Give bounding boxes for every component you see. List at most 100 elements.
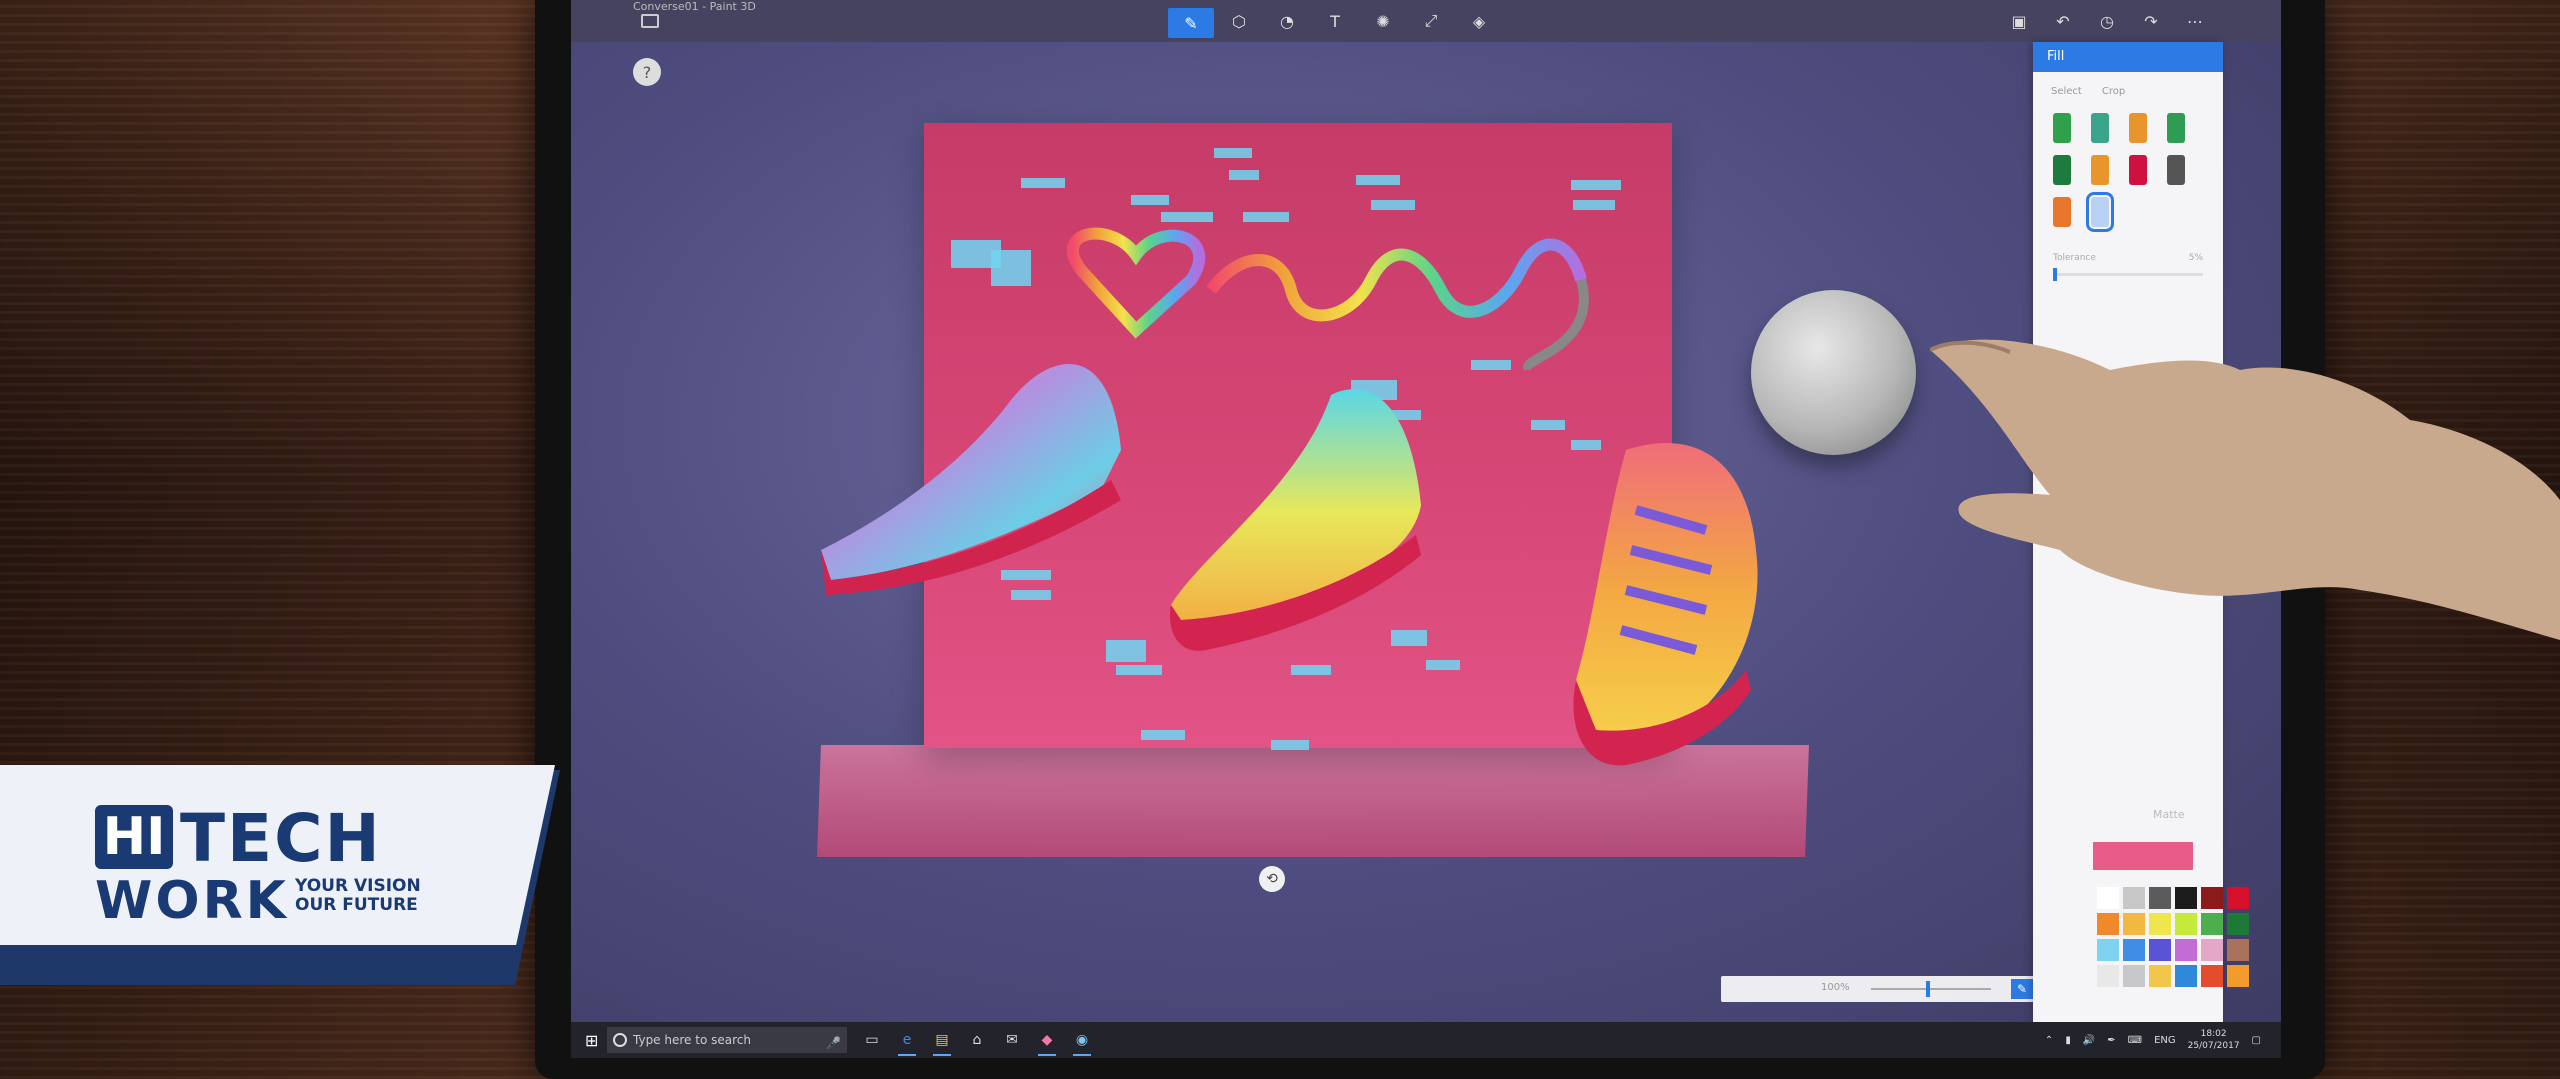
redo-icon[interactable]: ↷ [2137, 10, 2165, 32]
help-button[interactable]: ? [633, 58, 661, 86]
tolerance-label: Tolerance 5% [2033, 227, 2223, 263]
pen-mode-button[interactable]: ✎ [2011, 979, 2033, 999]
color-swatch[interactable] [2175, 913, 2197, 935]
rotate-icon[interactable]: ⟲ [1259, 866, 1285, 892]
logo-hi: HI [95, 805, 173, 869]
language-indicator[interactable]: ENG [2154, 1035, 2176, 1046]
clock-time: 18:02 [2200, 1029, 2227, 1039]
logo-tagline: YOUR VISION OUR FUTURE [295, 877, 421, 915]
logo-tech: TECH [180, 800, 382, 877]
color-swatch[interactable] [2201, 939, 2223, 961]
app-icon[interactable]: ◉ [1071, 1029, 1093, 1056]
pixel-tile [1229, 170, 1259, 180]
search-input[interactable]: Type here to search 🎤 [607, 1027, 847, 1053]
color-swatch[interactable] [2149, 913, 2171, 935]
task-view-icon[interactable]: ▭ [861, 1029, 883, 1051]
brush-option[interactable] [2091, 155, 2109, 185]
store-icon[interactable]: ⌂ [966, 1029, 988, 1051]
logo-tagline-line2: OUR FUTURE [295, 895, 418, 915]
brush-option[interactable] [2053, 155, 2071, 185]
color-swatch[interactable] [2201, 913, 2223, 935]
color-swatch[interactable] [2097, 939, 2119, 961]
color-swatch[interactable] [2175, 965, 2197, 987]
color-swatch[interactable] [2097, 887, 2119, 909]
tolerance-slider-knob[interactable] [2053, 268, 2057, 281]
microphone-icon[interactable]: 🎤 [826, 1030, 841, 1056]
color-swatch[interactable] [2227, 939, 2249, 961]
brush-option[interactable] [2167, 113, 2185, 143]
tolerance-slider[interactable] [2053, 268, 2203, 281]
brush-option[interactable] [2167, 155, 2185, 185]
crop-button[interactable]: Crop [2102, 86, 2125, 97]
file-explorer-icon[interactable]: ▤ [931, 1029, 953, 1056]
windows-start-icon[interactable]: ⊞ [585, 1031, 598, 1050]
color-swatch[interactable] [2149, 939, 2171, 961]
paint3d-icon[interactable]: ◆ [1036, 1029, 1058, 1056]
sneaker-left [821, 364, 1121, 595]
search-placeholder: Type here to search [633, 1033, 751, 1047]
menu-icon[interactable] [641, 14, 659, 28]
clock[interactable]: 18:02 25/07/2017 [2188, 1028, 2240, 1052]
pixel-tile [1116, 665, 1162, 675]
notifications-icon[interactable]: ▢ [2252, 1035, 2261, 1046]
canvas-icon[interactable]: ⤢ [1417, 10, 1445, 32]
material-select[interactable]: Matte [2153, 808, 2185, 821]
color-swatch[interactable] [2123, 913, 2145, 935]
keyboard-icon[interactable]: ⌨ [2128, 1035, 2142, 1046]
pixel-tile [1141, 730, 1185, 740]
zoom-slider[interactable] [1871, 988, 1991, 990]
color-swatch[interactable] [2097, 913, 2119, 935]
zoom-bar: 100% ✎ [1721, 976, 2061, 1002]
color-swatch[interactable] [2227, 965, 2249, 987]
brush-option[interactable] [2086, 192, 2114, 232]
pixel-tile [1531, 420, 1565, 430]
user-hand [1930, 339, 2560, 640]
undo-icon[interactable]: ↶ [2049, 10, 2077, 32]
color-swatch[interactable] [2201, 887, 2223, 909]
selected-color-preview[interactable] [2093, 842, 2193, 870]
color-swatch[interactable] [2123, 939, 2145, 961]
color-swatch[interactable] [2123, 965, 2145, 987]
brush-option[interactable] [2053, 113, 2071, 143]
chevron-up-icon[interactable]: ⌃ [2045, 1035, 2053, 1046]
surface-dial [1751, 290, 1916, 455]
color-swatch[interactable] [2149, 887, 2171, 909]
sneaker-right [1573, 443, 1758, 766]
history-icon[interactable]: ◷ [2093, 10, 2121, 32]
color-swatch[interactable] [2123, 887, 2145, 909]
sun-icon[interactable]: ✺ [1369, 10, 1397, 32]
color-swatch[interactable] [2227, 913, 2249, 935]
color-swatch[interactable] [2201, 965, 2223, 987]
clock-date: 25/07/2017 [2187, 1041, 2240, 1051]
cube-icon[interactable]: ⬡ [1225, 10, 1253, 32]
zoom-slider-knob[interactable] [1926, 981, 1930, 997]
volume-icon[interactable]: 🔊 [2083, 1035, 2095, 1046]
select-button[interactable]: Select [2051, 86, 2082, 97]
windows-taskbar: ⊞ Type here to search 🎤 ▭ e ▤ ⌂ ✉ ◆ ◉ ⌃ … [571, 1022, 2281, 1058]
pixel-tile [1573, 200, 1615, 210]
sneaker-middle [1170, 389, 1421, 651]
pixel-tile [1291, 665, 1331, 675]
color-swatch[interactable] [2149, 965, 2171, 987]
pen-icon[interactable]: ✒ [2107, 1035, 2115, 1046]
shapes-icon[interactable]: ◔ [1273, 10, 1301, 32]
paste-icon[interactable]: ▣ [2005, 10, 2033, 32]
tolerance-value: 5% [2188, 253, 2203, 263]
text-icon[interactable]: T [1321, 10, 1349, 32]
color-swatch[interactable] [2097, 965, 2119, 987]
system-tray: ⌃ ▮ 🔊 ✒ ⌨ ENG 18:02 25/07/2017 ▢ [2045, 1022, 2261, 1058]
mail-icon[interactable]: ✉ [1001, 1029, 1023, 1051]
remix-icon[interactable]: ◈ [1465, 10, 1493, 32]
brush-option[interactable] [2129, 113, 2147, 143]
network-icon[interactable]: ▮ [2065, 1035, 2071, 1046]
color-swatch[interactable] [2175, 887, 2197, 909]
brush-option[interactable] [2129, 155, 2147, 185]
brush-option[interactable] [2053, 197, 2071, 227]
edge-icon[interactable]: e [896, 1029, 918, 1056]
brush-option[interactable] [2091, 113, 2109, 143]
color-swatch[interactable] [2175, 939, 2197, 961]
pixel-tile [1356, 175, 1400, 185]
brush-icon[interactable]: ✎ [1168, 8, 1214, 38]
color-swatch[interactable] [2227, 887, 2249, 909]
more-icon[interactable]: ⋯ [2181, 10, 2209, 32]
